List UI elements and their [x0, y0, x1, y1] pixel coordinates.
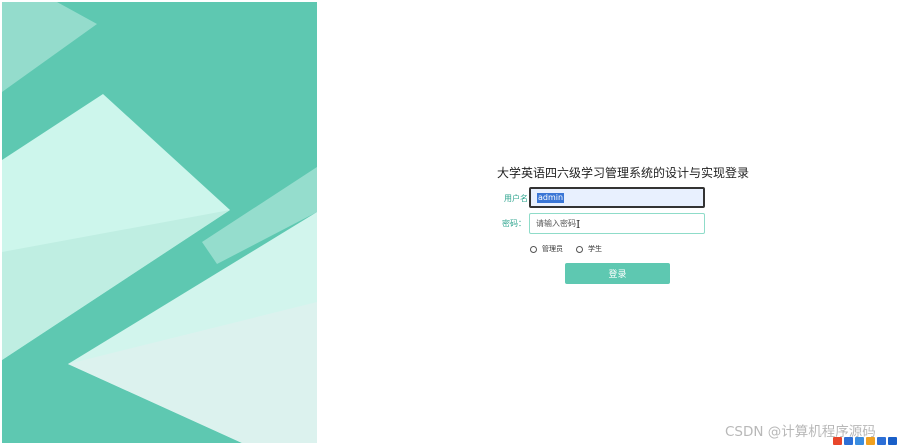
username-input[interactable]: admin [529, 187, 705, 208]
login-page: 大学英语四六级学习管理系统的设计与实现登录 用户名 admin 密码： 请输入密… [0, 0, 919, 445]
tray-icon-s [833, 437, 842, 445]
tray-icon-dot [866, 437, 875, 445]
role-radio-admin[interactable]: 管理员 [530, 244, 563, 254]
login-title: 大学英语四六级学习管理系统的设计与实现登录 [497, 166, 750, 180]
decorative-side-panel [2, 2, 317, 443]
radio-icon[interactable] [530, 245, 537, 253]
geometric-background-illustration [2, 2, 317, 443]
username-label: 用户名 [504, 194, 528, 203]
tray-icon-zh [844, 437, 853, 445]
password-input[interactable]: 请输入密码 [529, 213, 705, 234]
password-label: 密码： [502, 219, 526, 228]
tray-icon-keyboard [877, 437, 886, 445]
role-radio-student[interactable]: 学生 [576, 244, 602, 254]
tray-icon-shirt [888, 437, 897, 445]
username-value: admin [537, 192, 565, 203]
text-cursor-icon: I [576, 218, 581, 231]
radio-icon[interactable] [576, 245, 583, 253]
login-button[interactable]: 登录 [565, 263, 670, 284]
system-tray-icons [833, 437, 897, 445]
role-label-student: 学生 [588, 245, 602, 253]
password-placeholder: 请输入密码 [536, 219, 576, 228]
role-label-admin: 管理员 [542, 245, 563, 253]
tray-icon-moon [855, 437, 864, 445]
